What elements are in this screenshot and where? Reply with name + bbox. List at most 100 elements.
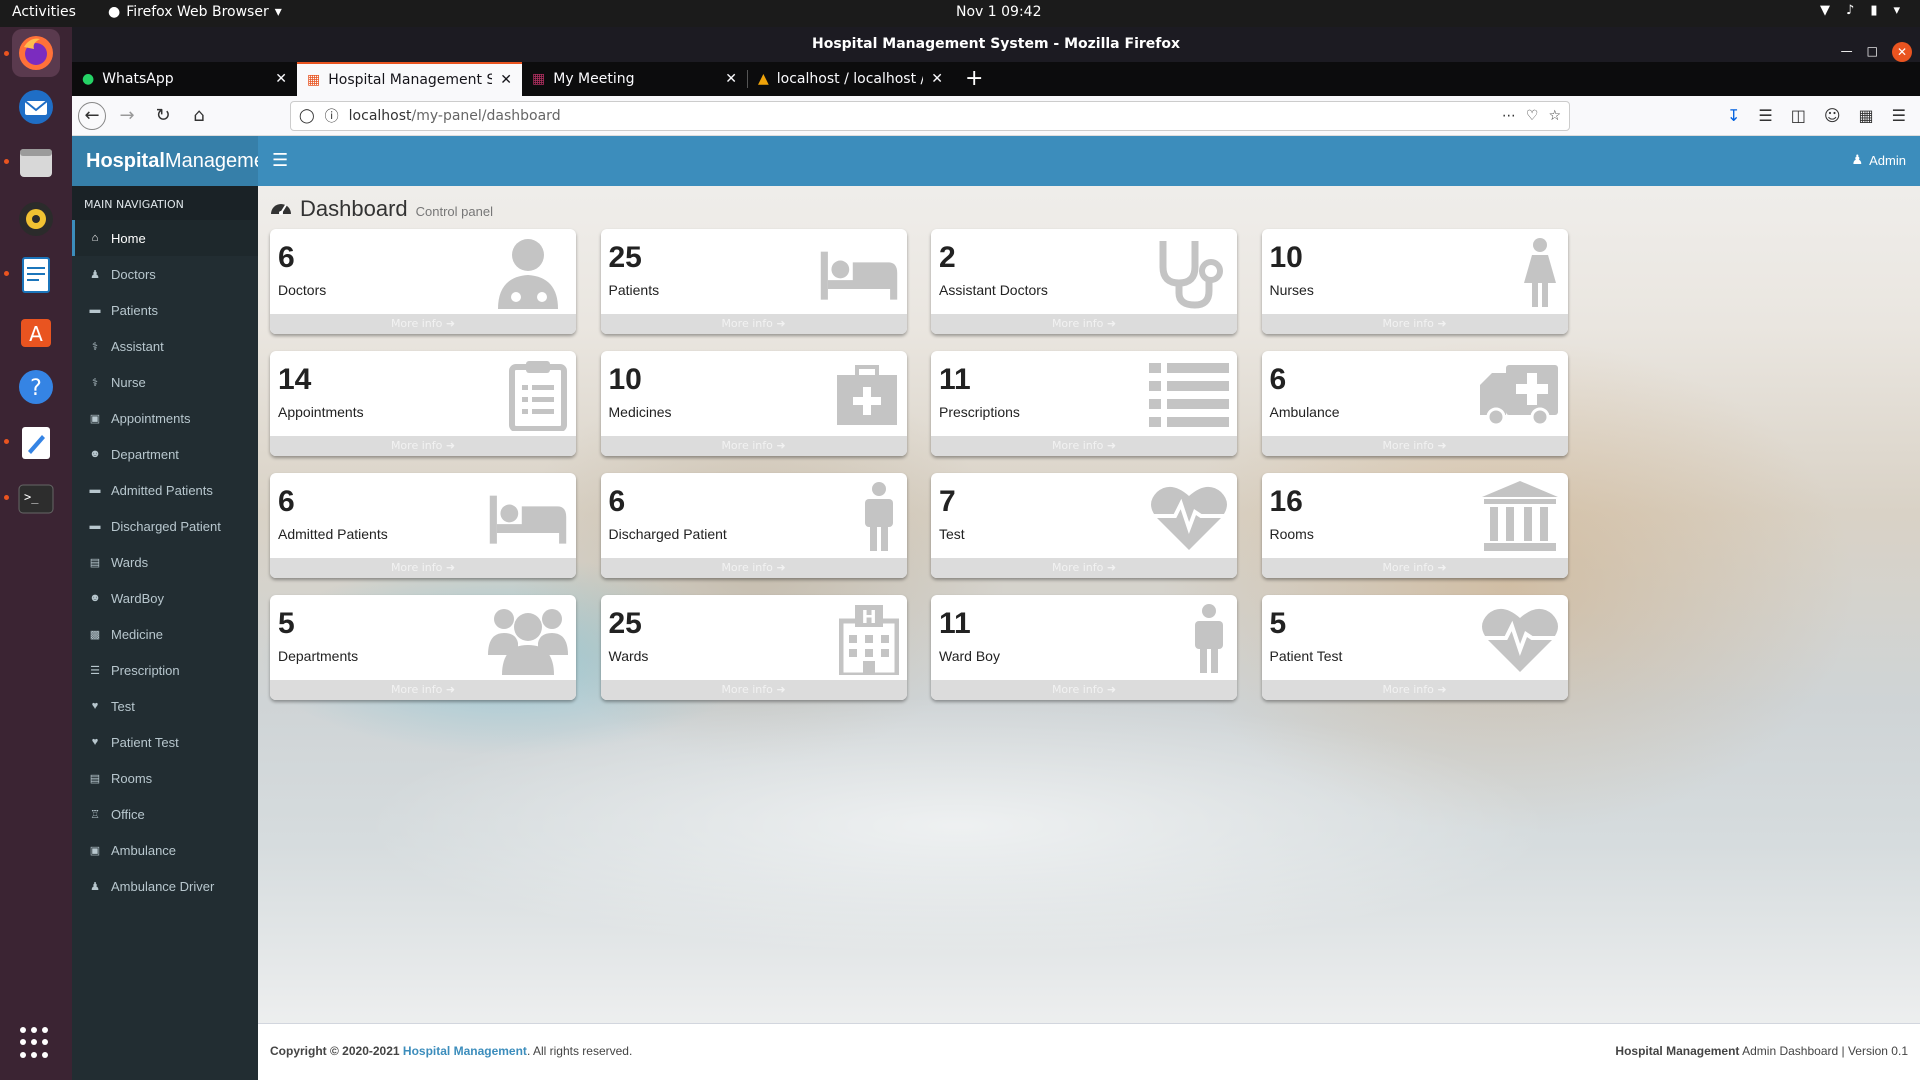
- sidebar-item-department[interactable]: ☻ Department: [72, 436, 258, 472]
- help-dock-icon[interactable]: ?: [12, 363, 60, 411]
- stat-count: 6: [1269, 363, 1287, 396]
- hamburger-menu-icon[interactable]: ☰: [1892, 106, 1906, 125]
- sidebar-toggle-icon[interactable]: ◫: [1791, 106, 1806, 125]
- more-info-link[interactable]: More info ➜: [931, 314, 1237, 334]
- sidebar-item-appointments[interactable]: ▣ Appointments: [72, 400, 258, 436]
- more-info-link[interactable]: More info ➜: [931, 558, 1237, 578]
- page-actions-icon[interactable]: ⋯: [1502, 108, 1516, 124]
- back-button[interactable]: ←: [78, 101, 106, 130]
- user-menu[interactable]: ♟ Admin: [1851, 152, 1906, 168]
- sidebar-item-home[interactable]: ⌂ Home: [72, 220, 258, 256]
- sidebar-item-discharged-patient[interactable]: ▬ Discharged Patient: [72, 508, 258, 544]
- tab-close-icon[interactable]: ✕: [725, 71, 737, 87]
- more-info-link[interactable]: More info ➜: [931, 436, 1237, 456]
- software-dock-icon[interactable]: A: [12, 307, 60, 355]
- maximize-icon[interactable]: □: [1867, 34, 1878, 69]
- stat-count: 2: [939, 241, 956, 274]
- more-info-link[interactable]: More info ➜: [1261, 680, 1568, 700]
- sidebar-item-label: Appointments: [111, 410, 191, 426]
- more-info-link[interactable]: More info ➜: [600, 314, 907, 334]
- sidebar-item-ambulance[interactable]: ▣ Ambulance: [72, 832, 258, 868]
- sidebar-item-patient-test[interactable]: ♥ Patient Test: [72, 724, 258, 760]
- sidebar-item-rooms[interactable]: ▤ Rooms: [72, 760, 258, 796]
- terminal-dock-icon[interactable]: >_: [12, 475, 60, 523]
- sidebar-item-prescription[interactable]: ☰ Prescription: [72, 652, 258, 688]
- text-editor-dock-icon[interactable]: [12, 419, 60, 467]
- stat-count: 7: [939, 485, 956, 518]
- tab-close-icon[interactable]: ✕: [500, 72, 512, 88]
- sidebar-item-admitted-patients[interactable]: ▬ Admitted Patients: [72, 472, 258, 508]
- sidebar-item-wardboy[interactable]: ☻ WardBoy: [72, 580, 258, 616]
- sidebar-item-label: Patients: [111, 302, 158, 318]
- library-icon[interactable]: ☰: [1758, 106, 1772, 125]
- sidebar-item-nurse[interactable]: ⚕ Nurse: [72, 364, 258, 400]
- menu-icon: ▤: [89, 772, 101, 785]
- new-tab-button[interactable]: +: [953, 62, 995, 96]
- forward-button[interactable]: →: [112, 101, 142, 131]
- files-dock-icon[interactable]: [12, 139, 60, 187]
- system-tray[interactable]: ▼ ♪ ▮ ▾: [1820, 3, 1900, 18]
- url-bar[interactable]: ◯ ⓘ localhost/my-panel/dashboard ⋯ ♡ ☆: [290, 100, 1570, 131]
- window-close-icon[interactable]: ✕: [1892, 41, 1912, 62]
- stat-count: 6: [278, 241, 295, 274]
- home-button[interactable]: ⌂: [184, 101, 214, 131]
- menu-icon: ♖: [90, 808, 100, 821]
- tab-title: My Meeting: [553, 71, 635, 87]
- stat-count: 5: [1269, 607, 1287, 640]
- more-info-link[interactable]: More info ➜: [270, 314, 576, 334]
- downloads-icon[interactable]: ↧: [1727, 106, 1740, 125]
- shield-icon[interactable]: ◯: [299, 108, 315, 124]
- sidebar-toggle-button[interactable]: ☰: [272, 150, 288, 171]
- thunderbird-dock-icon[interactable]: [12, 83, 60, 131]
- sidebar-item-patients[interactable]: ▬ Patients: [72, 292, 258, 328]
- sidebar-item-test[interactable]: ♥ Test: [72, 688, 258, 724]
- info-icon[interactable]: ⓘ: [325, 106, 339, 126]
- tab-close-icon[interactable]: ✕: [931, 71, 943, 87]
- account-icon[interactable]: ☺: [1824, 106, 1841, 125]
- menu-icon: ▣: [89, 844, 101, 857]
- more-info-link[interactable]: More info ➜: [1261, 558, 1568, 578]
- menu-icon: ♟: [90, 268, 100, 281]
- stat-card-doctors: 6 Doctors More info ➜: [270, 229, 576, 334]
- more-info-link[interactable]: More info ➜: [600, 680, 907, 700]
- url-text[interactable]: localhost/my-panel/dashboard: [349, 108, 1492, 124]
- sidebar-item-assistant[interactable]: ⚕ Assistant: [72, 328, 258, 364]
- app-menu[interactable]: ● Firefox Web Browser ▾: [108, 4, 282, 20]
- writer-dock-icon[interactable]: [12, 251, 60, 299]
- sidebar-item-label: Office: [111, 806, 145, 822]
- more-info-link[interactable]: More info ➜: [270, 680, 576, 700]
- extension-icon[interactable]: ▦: [1859, 106, 1874, 125]
- sidebar-item-doctors[interactable]: ♟ Doctors: [72, 256, 258, 292]
- more-info-link[interactable]: More info ➜: [1261, 436, 1568, 456]
- pocket-icon[interactable]: ♡: [1526, 108, 1539, 124]
- tab-close-icon[interactable]: ✕: [275, 71, 287, 87]
- tab-phpmyadmin[interactable]: ▲ localhost / localhost / Ho ✕: [748, 62, 953, 96]
- clock[interactable]: Nov 1 09:42: [956, 4, 1041, 20]
- footer-link[interactable]: Hospital Management: [403, 1044, 527, 1058]
- menu-icon: ▤: [89, 556, 101, 569]
- show-applications-icon[interactable]: [20, 1027, 52, 1059]
- running-indicator: [4, 439, 9, 444]
- sidebar-item-ambulance-driver[interactable]: ♟ Ambulance Driver: [72, 868, 258, 904]
- footer-right: Hospital Management Admin Dashboard | Ve…: [1615, 1044, 1908, 1058]
- tab-whatsapp[interactable]: ● WhatsApp ✕: [72, 62, 297, 96]
- tab-my-meeting[interactable]: ▦ My Meeting ✕: [522, 62, 747, 96]
- brand-logo[interactable]: HospitalManagement: [72, 136, 282, 186]
- more-info-link[interactable]: More info ➜: [600, 436, 907, 456]
- more-info-link[interactable]: More info ➜: [600, 558, 907, 578]
- more-info-link[interactable]: More info ➜: [931, 680, 1237, 700]
- tab-hospital-management[interactable]: ▦ Hospital Management Sy ✕: [297, 62, 522, 96]
- reload-button[interactable]: ↻: [148, 101, 178, 131]
- sidebar-item-medicine[interactable]: ▩ Medicine: [72, 616, 258, 652]
- sidebar: HospitalManagement MAIN NAVIGATION ⌂ Home…: [72, 136, 282, 1080]
- minimize-icon[interactable]: —: [1841, 34, 1853, 69]
- more-info-link[interactable]: More info ➜: [270, 558, 576, 578]
- sidebar-item-wards[interactable]: ▤ Wards: [72, 544, 258, 580]
- more-info-link[interactable]: More info ➜: [270, 436, 576, 456]
- rhythmbox-dock-icon[interactable]: [12, 195, 60, 243]
- bookmark-star-icon[interactable]: ☆: [1548, 108, 1561, 124]
- activities-button[interactable]: Activities: [12, 4, 76, 20]
- firefox-dock-icon[interactable]: [12, 29, 60, 77]
- more-info-link[interactable]: More info ➜: [1261, 314, 1568, 334]
- sidebar-item-office[interactable]: ♖ Office: [72, 796, 258, 832]
